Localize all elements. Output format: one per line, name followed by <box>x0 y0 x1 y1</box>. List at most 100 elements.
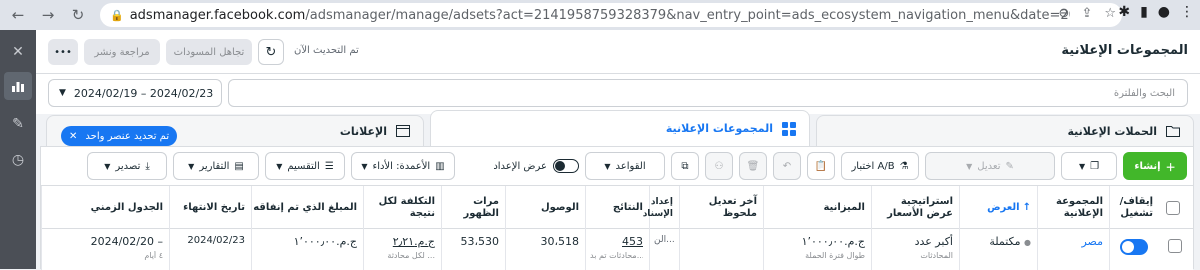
col-attribution[interactable]: إعداد الإسناد <box>643 186 679 230</box>
plus-icon: ＋ <box>1165 162 1176 174</box>
reach-cell: 30،518 <box>505 229 585 270</box>
review-publish-button[interactable]: مراجعة ونشر <box>84 39 160 65</box>
audience-icon[interactable]: ⚇ <box>705 152 733 180</box>
col-ends[interactable]: تاريخ الانتهاء <box>169 186 251 230</box>
selection-pill-label: تم تحديد عنصر واحد <box>85 130 170 142</box>
toggle-switch[interactable] <box>553 159 579 173</box>
preview-icon[interactable]: ⧉ <box>671 152 699 180</box>
share-icon[interactable]: ⇪ <box>1081 6 1092 21</box>
forward-icon[interactable]: → <box>36 3 60 27</box>
select-all-cell <box>1159 186 1193 230</box>
cost-per-result-value[interactable]: ج.م.‏٢٫٢١ <box>393 235 435 248</box>
trash-icon[interactable]: 🗑 <box>739 152 767 180</box>
sidepanel-icon[interactable]: ▮ <box>1140 4 1148 20</box>
updated-status: تم التحديث الآن <box>294 45 359 56</box>
refresh-icon[interactable]: ↻ <box>258 39 284 65</box>
export-button[interactable]: ▼ تصدير ⤓ <box>87 152 167 180</box>
bid-strategy-sub: المحادثات <box>920 251 953 260</box>
columns-icon: ▥ <box>435 160 445 172</box>
breakdown-button[interactable]: ▼ التقسيم ☰ <box>265 152 345 180</box>
reports-icon: ▤ <box>234 160 244 172</box>
caret-down-icon: ▼ <box>104 161 111 171</box>
setup-view-toggle[interactable]: عرض الإعداد <box>493 159 579 173</box>
col-schedule[interactable]: الجدول الزمني <box>41 186 169 230</box>
tab-adsets[interactable]: المجموعات الإعلانية <box>430 110 810 146</box>
col-impressions[interactable]: مرات الظهور <box>441 186 505 230</box>
pencil-icon: ✎ <box>1005 160 1014 172</box>
duplicate-button[interactable]: ▼ ❐ <box>1061 152 1117 180</box>
sort-up-icon: ↑ <box>1022 202 1031 213</box>
row-select-cell <box>1159 229 1193 270</box>
amount-spent-cell: ج.م.‏١٬٠٠٠٫٠٠ <box>251 229 363 270</box>
date-range-value: 2024/02/19 – 2024/02/23 <box>73 86 214 100</box>
discard-drafts-button[interactable]: تجاهل المسودات <box>166 39 252 65</box>
tab-ads[interactable]: ✕ تم تحديد عنصر واحد الإعلانات <box>46 115 424 146</box>
results-sub: محادثات تم بد... <box>590 251 643 260</box>
reports-button[interactable]: ▼ التقارير ▤ <box>173 152 259 180</box>
col-reach[interactable]: الوصول <box>505 186 585 230</box>
back-icon[interactable]: ← <box>6 3 30 27</box>
adset-name-link[interactable]: مصر <box>1037 229 1109 270</box>
results-value[interactable]: 453 <box>622 235 643 248</box>
col-bid-strategy[interactable]: استراتيجية عرض الأسعار <box>871 186 959 230</box>
col-delivery-label: العرض <box>987 202 1020 213</box>
delivery-value: مكتملة <box>989 235 1021 248</box>
clock-icon[interactable]: ◷ <box>4 146 32 174</box>
col-amount-spent[interactable]: المبلغ الذي تم إنفاقه <box>251 186 363 230</box>
row-checkbox[interactable] <box>1168 239 1182 253</box>
tab-campaigns-label: الحملات الإعلانية <box>1067 124 1157 138</box>
budget-cell[interactable]: ج.م.‏١٬٠٠٠٫٠٠ طوال فترة الحملة <box>763 229 871 270</box>
create-button[interactable]: إنشاء ＋ <box>1123 152 1187 180</box>
col-results[interactable]: النتائج <box>585 186 649 230</box>
caret-down-icon: ▼ <box>966 161 973 171</box>
search-input[interactable]: البحث والفلترة <box>228 79 1188 107</box>
impressions-cell: 53،530 <box>441 229 505 270</box>
close-icon[interactable]: ✕ <box>4 38 32 66</box>
edit-button[interactable]: ▼ تعديل ✎ <box>925 152 1055 180</box>
attribution-cell: الن... <box>649 229 679 270</box>
ab-test-button[interactable]: اختبار A/B ⚗ <box>841 152 919 180</box>
select-all-checkbox[interactable] <box>1166 201 1180 215</box>
status-dot-icon: ● <box>1024 238 1031 247</box>
adset-onoff-switch[interactable] <box>1119 239 1148 255</box>
selection-pill[interactable]: ✕ تم تحديد عنصر واحد <box>61 126 178 146</box>
close-icon[interactable]: ✕ <box>69 131 77 142</box>
menu-icon[interactable]: ⋮ <box>1180 4 1194 20</box>
bookmark-star-icon[interactable]: ☆ <box>1104 6 1116 21</box>
tab-campaigns[interactable]: الحملات الإعلانية <box>816 115 1194 146</box>
rules-button[interactable]: ▼ القواعد <box>585 152 665 180</box>
browser-toolbar: ← → ↻ 🔒 adsmanager.facebook.com/adsmanag… <box>0 0 1200 30</box>
ad-icon <box>395 123 411 139</box>
extensions-icon[interactable]: ✱ <box>1118 4 1130 20</box>
caret-down-icon: ▼ <box>361 161 368 171</box>
zoom-icon[interactable]: ⊖ <box>1059 6 1070 21</box>
reload-icon[interactable]: ↻ <box>66 3 90 27</box>
col-budget[interactable]: الميزانية <box>763 186 871 230</box>
col-cost-per-result[interactable]: التكلفة لكل نتيجة <box>363 186 441 230</box>
delivery-cell: مكتملة ● <box>959 229 1037 270</box>
col-delivery[interactable]: العرض ↑ <box>959 186 1037 230</box>
clipboard-icon[interactable]: 📋 <box>807 152 835 180</box>
col-adset[interactable]: المجموعة الإعلانية <box>1037 186 1109 230</box>
profile-icon[interactable]: ● <box>1158 4 1170 20</box>
col-last-edit[interactable]: آخر تعديل ملحوظ <box>679 186 763 230</box>
date-range-picker[interactable]: ▼ 2024/02/19 – 2024/02/23 <box>48 79 222 107</box>
ends-cell: 2024/02/23 <box>169 229 251 270</box>
schedule-cell: 2024/02/20 – ٤ أيام <box>41 229 169 270</box>
duplicate-icon: ❐ <box>1090 160 1100 172</box>
address-bar[interactable]: 🔒 adsmanager.facebook.com/adsmanager/man… <box>100 3 1122 27</box>
more-options-button[interactable]: ••• <box>48 39 78 65</box>
columns-button[interactable]: ▼ الأعمدة: الأداء ▥ <box>351 152 455 180</box>
flask-icon: ⚗ <box>899 160 909 172</box>
budget-value: ج.م.‏١٬٠٠٠٫٠٠ <box>801 235 865 248</box>
last-edit-cell <box>679 229 763 270</box>
setup-view-label: عرض الإعداد <box>493 160 547 172</box>
bar-chart-icon[interactable] <box>4 72 32 100</box>
table-row[interactable]: مصر مكتملة ● أكبر عدد المحادثات ج.م.‏١٬٠٠… <box>41 229 1193 270</box>
caret-down-icon: ▼ <box>188 161 195 171</box>
undo-icon[interactable]: ↶ <box>773 152 801 180</box>
col-onoff[interactable]: إيقاف/ تشغيل <box>1109 186 1159 230</box>
pencil-icon[interactable]: ✎ <box>4 110 32 138</box>
download-icon: ⤓ <box>145 160 150 172</box>
search-row: ▼ 2024/02/19 – 2024/02/23 البحث والفلترة <box>36 74 1200 114</box>
